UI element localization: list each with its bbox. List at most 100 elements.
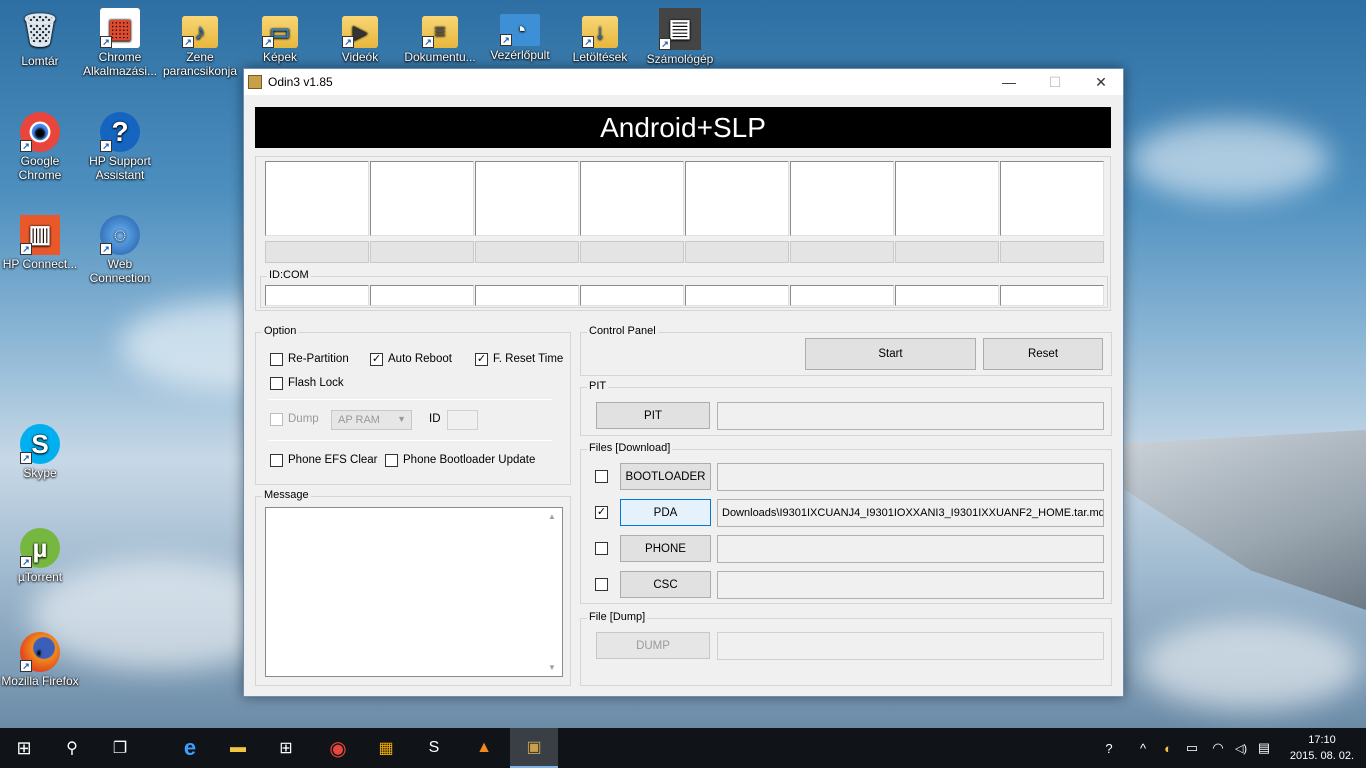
- file-explorer-icon[interactable]: ▬: [214, 728, 262, 768]
- chrome-icon: ◉ ↗: [20, 112, 60, 152]
- dump-button[interactable]: DUMP: [596, 632, 710, 659]
- task-view-icon[interactable]: ❐: [96, 728, 144, 768]
- start-button[interactable]: Start: [805, 338, 976, 370]
- control-panel-icon: ◔ ↗: [500, 14, 540, 46]
- phone-button[interactable]: PHONE: [620, 535, 711, 562]
- shortcut-arrow-icon: ↗: [182, 36, 194, 48]
- id-input[interactable]: [447, 410, 478, 430]
- com-port-3: [475, 285, 579, 306]
- com-port-1: [265, 285, 369, 306]
- wifi-icon[interactable]: ◠: [1208, 728, 1228, 768]
- file-dump-group: File [Dump] DUMP: [580, 611, 1112, 686]
- message-log[interactable]: ▲ ▼: [265, 507, 563, 677]
- auto-reboot-checkbox[interactable]: ✓: [370, 353, 383, 366]
- com-port-8: [1000, 285, 1104, 306]
- minimize-button[interactable]: —: [986, 69, 1032, 95]
- phone-efs-clear-checkbox[interactable]: [270, 454, 283, 467]
- store-icon[interactable]: ⊞: [262, 728, 310, 768]
- calculator-icon: ▤ ↗: [659, 8, 701, 50]
- bootloader-button[interactable]: BOOTLOADER: [620, 463, 711, 490]
- device-slot-3: [475, 161, 579, 236]
- desktop-icon-control-panel[interactable]: ◔ ↗ Vezérlőpult: [480, 8, 560, 62]
- phone-path-field[interactable]: [717, 535, 1104, 563]
- desktop-icon-skype[interactable]: S ↗ Skype: [0, 424, 80, 480]
- pit-path-field[interactable]: [717, 402, 1104, 430]
- desktop-icon-label: Videók: [341, 50, 379, 64]
- hp-connect-icon: ▥ ↗: [20, 215, 60, 255]
- shortcut-arrow-icon: ↗: [20, 452, 32, 464]
- id-label: ID: [429, 413, 441, 425]
- utorrent-icon: µ ↗: [20, 528, 60, 568]
- desktop-icon-calculator[interactable]: ▤ ↗ Számológép: [640, 8, 720, 66]
- desktop-icon-music[interactable]: ♪ ↗ Zene parancsikonja: [160, 8, 240, 78]
- f-reset-time-checkbox[interactable]: ✓: [475, 353, 488, 366]
- battery-icon[interactable]: ▭: [1182, 728, 1202, 768]
- desktop-icon-documents[interactable]: ≡ ↗ Dokumentu...: [400, 8, 480, 64]
- odin-taskbar-icon[interactable]: ▣: [510, 728, 558, 768]
- device-slot-8: [1000, 161, 1104, 236]
- dump-checkbox[interactable]: [270, 413, 283, 426]
- phone-bootloader-update-label: Phone Bootloader Update: [403, 454, 536, 466]
- show-hidden-icons[interactable]: ^: [1134, 728, 1152, 768]
- desktop-icon-pictures[interactable]: ▭ ↗ Képek: [240, 8, 320, 64]
- message-scrollbar[interactable]: ▲ ▼: [545, 508, 562, 676]
- pda-path-field[interactable]: Downloads\I9301IXCUANJ4_I9301IOXXANI3_I9…: [717, 499, 1104, 527]
- scroll-down-icon[interactable]: ▼: [548, 663, 556, 672]
- notifications-icon[interactable]: ▤: [1254, 728, 1274, 768]
- help-tray-icon[interactable]: ?: [1092, 728, 1126, 768]
- bootloader-checkbox[interactable]: [595, 470, 608, 483]
- pit-label: PIT: [587, 380, 609, 392]
- desktop-icon-google-chrome[interactable]: ◉ ↗ Google Chrome: [0, 112, 80, 182]
- web-connection-icon: ◌ ↗: [100, 215, 140, 255]
- device-slots-group: ID:COM: [255, 156, 1111, 311]
- maximize-button[interactable]: ☐: [1032, 69, 1078, 95]
- desktop-icon-utorrent[interactable]: µ ↗ µTorrent: [0, 528, 80, 584]
- odin-app-icon: [248, 75, 262, 89]
- shortcut-arrow-icon: ↗: [100, 140, 112, 152]
- norton-tray-icon[interactable]: ◐: [1158, 728, 1178, 768]
- message-label: Message: [262, 489, 311, 501]
- dump-path-field[interactable]: [717, 632, 1104, 660]
- edge-icon[interactable]: e: [166, 728, 214, 768]
- pit-button[interactable]: PIT: [596, 402, 710, 429]
- pda-button[interactable]: PDA: [620, 499, 711, 526]
- desktop-icon-firefox[interactable]: ◐ ↗ Mozilla Firefox: [0, 632, 80, 688]
- flash-lock-checkbox[interactable]: [270, 377, 283, 390]
- slot-progress-4: [580, 241, 684, 263]
- csc-checkbox[interactable]: [595, 578, 608, 591]
- csc-path-field[interactable]: [717, 571, 1104, 599]
- desktop-icon-recycle-bin[interactable]: 🗑 Lomtár: [0, 8, 80, 68]
- dump-type-value: AP RAM: [338, 414, 380, 426]
- scroll-up-icon[interactable]: ▲: [548, 512, 556, 521]
- slot-progress-3: [475, 241, 579, 263]
- csc-button[interactable]: CSC: [620, 571, 711, 598]
- phone-checkbox[interactable]: [595, 542, 608, 555]
- chrome-taskbar-icon[interactable]: ◉: [314, 728, 362, 768]
- start-button[interactable]: ⊞: [0, 728, 48, 768]
- vlc-taskbar-icon[interactable]: ▲: [460, 728, 508, 768]
- search-icon[interactable]: ⚲: [48, 728, 96, 768]
- chrome-apps-taskbar-icon[interactable]: ▦: [362, 728, 410, 768]
- pda-checkbox[interactable]: ✓: [595, 506, 608, 519]
- desktop-icon-downloads[interactable]: ↓ ↗ Letöltések: [560, 8, 640, 64]
- re-partition-checkbox[interactable]: [270, 353, 283, 366]
- volume-icon[interactable]: ◁): [1230, 728, 1252, 768]
- desktop-icon-chrome-apps[interactable]: ▦ ↗ Chrome Alkalmazási...: [80, 8, 160, 78]
- phone-bootloader-update-checkbox[interactable]: [385, 454, 398, 467]
- taskbar-clock[interactable]: 17:10 2015. 08. 02.: [1286, 732, 1358, 764]
- desktop-icon-videos[interactable]: ▶ ↗ Videók: [320, 8, 400, 64]
- shortcut-arrow-icon: ↗: [500, 34, 512, 46]
- desktop-icon-hp-support[interactable]: ? ↗ HP Support Assistant: [80, 112, 160, 182]
- option-group: Option Re-Partition ✓ Auto Reboot ✓ F. R…: [255, 325, 571, 485]
- bootloader-path-field[interactable]: [717, 463, 1104, 491]
- skype-taskbar-icon[interactable]: S: [410, 728, 458, 768]
- desktop-icon-label: Chrome Alkalmazási...: [82, 50, 158, 78]
- shortcut-arrow-icon: ↗: [342, 36, 354, 48]
- desktop-icon-label: Web Connection: [89, 257, 151, 285]
- reset-button[interactable]: Reset: [983, 338, 1103, 370]
- desktop-icon-web-connection[interactable]: ◌ ↗ Web Connection: [80, 215, 160, 285]
- dump-type-select[interactable]: AP RAM ▼: [331, 410, 412, 430]
- desktop-icon-hp-connect[interactable]: ▥ ↗ HP Connect...: [0, 215, 80, 271]
- close-button[interactable]: ✕: [1078, 69, 1124, 95]
- title-bar[interactable]: Odin3 v1.85 — ☐ ✕: [244, 69, 1123, 95]
